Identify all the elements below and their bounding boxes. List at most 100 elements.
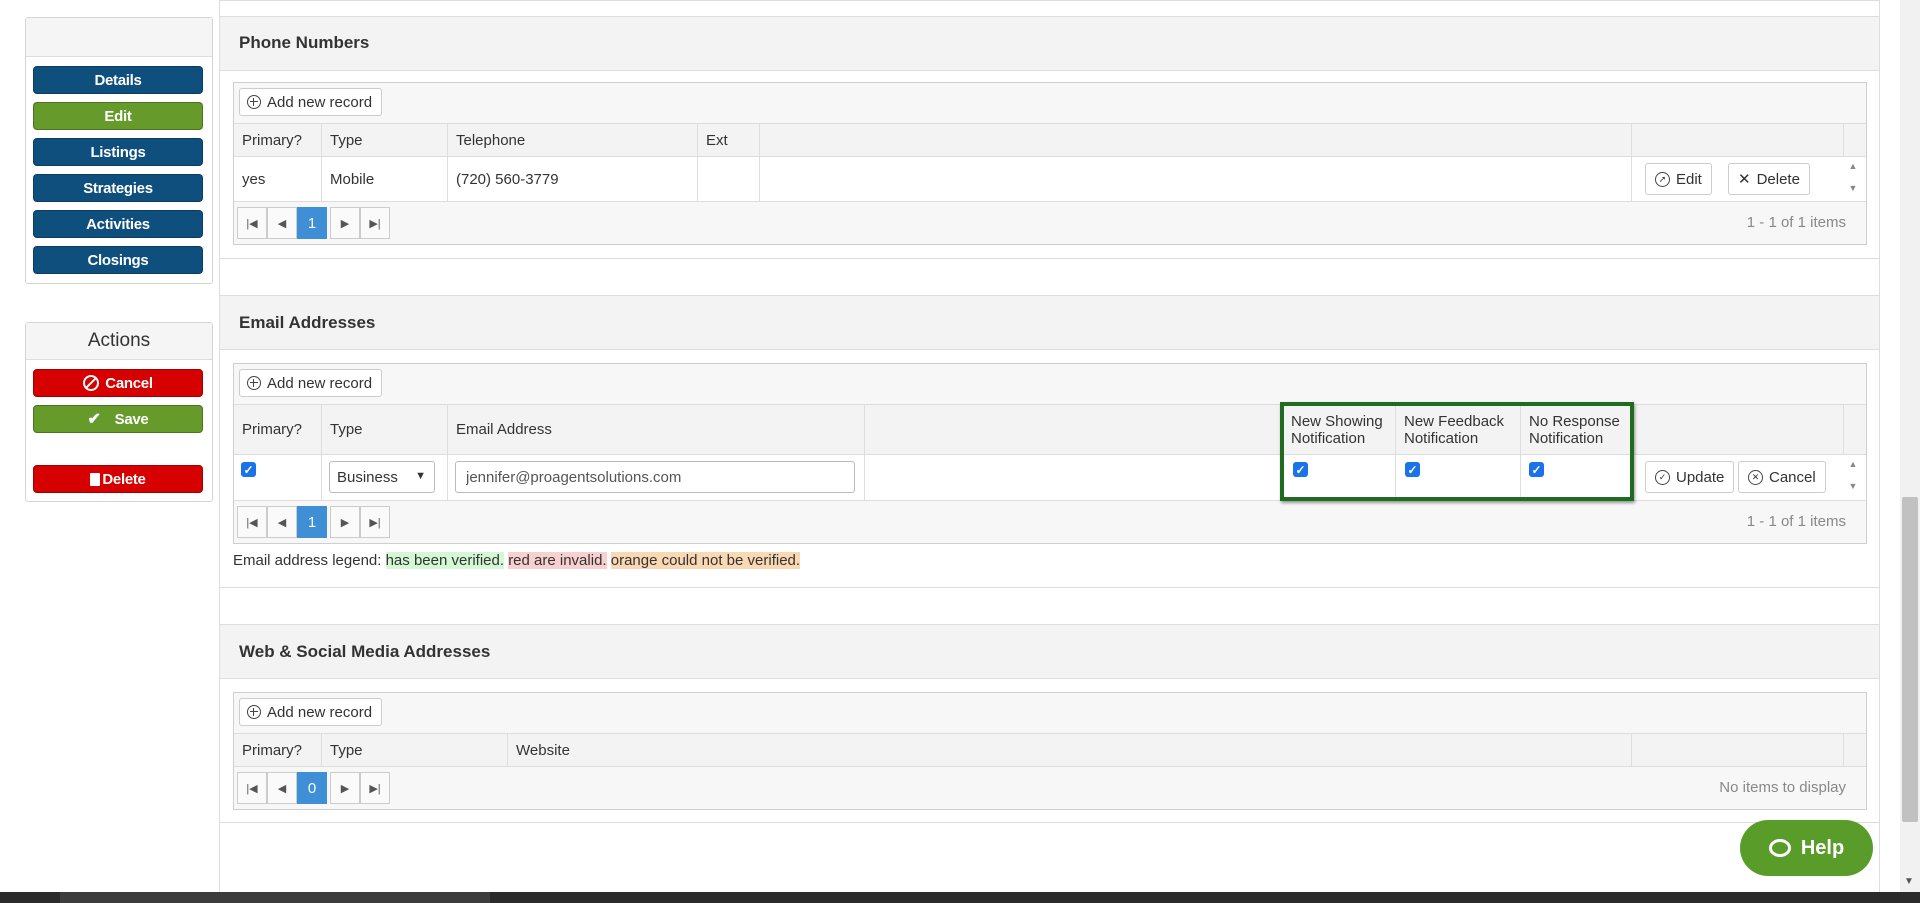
cancel-circle-icon: ✕ <box>1748 469 1763 485</box>
listings-button[interactable]: Listings <box>33 138 203 166</box>
row-scroll-up-icon[interactable]: ▲ <box>1844 459 1862 469</box>
sidebar-divider <box>219 0 220 903</box>
scroll-down-arrow-icon[interactable]: ▼ <box>1904 876 1914 887</box>
chevron-down-icon: ▼ <box>415 470 426 482</box>
save-button[interactable]: ✔ Save <box>33 405 203 433</box>
top-divider <box>220 0 1879 1</box>
prev-page-icon[interactable]: ◀ <box>267 772 297 804</box>
col-telephone[interactable]: Telephone <box>448 124 698 156</box>
web-grid: Add new record Primary? Type Website |◀ … <box>233 692 1867 810</box>
col-ext[interactable]: Ext <box>698 124 760 156</box>
compass-edit-icon: ➚ <box>1655 171 1670 187</box>
check-icon: ✔ <box>87 411 101 428</box>
phone-add-record-button[interactable]: Add new record <box>239 88 383 116</box>
type-select-value: Business <box>337 468 398 486</box>
ban-icon <box>83 375 100 391</box>
closings-button[interactable]: Closings <box>33 246 203 274</box>
row-scroll-down-icon[interactable]: ▼ <box>1844 183 1862 193</box>
prev-page-icon[interactable]: ◀ <box>267 506 297 538</box>
actions-panel: Actions Cancel ✔ Save Delete <box>25 322 213 502</box>
col-commands <box>1632 124 1844 156</box>
row-scroll-up-icon[interactable]: ▲ <box>1844 161 1862 171</box>
phone-header-row: Primary? Type Telephone Ext <box>234 124 1866 157</box>
email-section-header: Email Addresses <box>220 295 1879 350</box>
save-label: Save <box>114 410 149 428</box>
notification-highlight-box <box>1280 402 1634 501</box>
plus-circle-icon <box>247 95 261 109</box>
col-primary[interactable]: Primary? <box>234 734 322 766</box>
web-add-record-button[interactable]: Add new record <box>239 698 383 726</box>
next-page-icon[interactable]: ▶ <box>330 506 360 538</box>
cell-spacer <box>760 157 1632 201</box>
prev-page-icon[interactable]: ◀ <box>267 207 297 239</box>
row-scroll-down-icon[interactable]: ▼ <box>1844 481 1862 491</box>
col-email-address[interactable]: Email Address <box>448 405 865 454</box>
col-type[interactable]: Type <box>322 734 508 766</box>
pager-info: 1 - 1 of 1 items <box>1746 513 1846 530</box>
cancel-label: Cancel <box>1769 468 1816 486</box>
update-label: Update <box>1676 468 1725 486</box>
last-page-icon[interactable]: ▶| <box>360 506 390 538</box>
primary-checkbox[interactable]: ✓ <box>241 462 256 477</box>
phone-delete-button[interactable]: ✕ Delete <box>1728 163 1810 195</box>
close-icon: ✕ <box>1738 171 1751 188</box>
chat-bubble-icon <box>1768 839 1791 857</box>
cell-primary: ✓ <box>234 455 322 500</box>
cell-ext <box>698 157 760 201</box>
cell-type: Business ▼ <box>322 455 448 500</box>
delete-label: Delete <box>102 470 146 488</box>
last-page-icon[interactable]: ▶| <box>360 772 390 804</box>
next-page-icon[interactable]: ▶ <box>330 207 360 239</box>
phone-edit-button[interactable]: ➚ Edit <box>1645 163 1712 195</box>
os-taskbar <box>0 892 1920 903</box>
col-primary[interactable]: Primary? <box>234 124 322 156</box>
last-page-icon[interactable]: ▶| <box>360 207 390 239</box>
type-select[interactable]: Business ▼ <box>329 461 435 493</box>
section-divider <box>220 587 1879 588</box>
current-page-button[interactable]: 0 <box>297 772 327 804</box>
help-button[interactable]: Help <box>1740 820 1873 876</box>
phone-section-title: Phone Numbers <box>239 33 370 52</box>
email-cancel-button[interactable]: ✕ Cancel <box>1738 461 1826 493</box>
edit-button[interactable]: Edit <box>33 102 203 130</box>
trash-icon <box>90 472 101 486</box>
col-primary[interactable]: Primary? <box>234 405 322 454</box>
pager-info: 1 - 1 of 1 items <box>1746 214 1846 231</box>
cancel-button[interactable]: Cancel <box>33 369 203 397</box>
col-commands <box>1632 734 1844 766</box>
delete-label: Delete <box>1756 170 1800 188</box>
help-label: Help <box>1800 836 1845 859</box>
current-page-button[interactable]: 1 <box>297 506 327 538</box>
email-update-button[interactable]: ✓ Update <box>1645 461 1735 493</box>
col-spacer <box>760 124 1632 156</box>
cancel-label: Cancel <box>105 374 153 392</box>
col-commands <box>1632 405 1844 454</box>
content-right-border <box>1879 0 1880 903</box>
col-type[interactable]: Type <box>322 124 448 156</box>
col-website[interactable]: Website <box>508 734 1632 766</box>
activities-button[interactable]: Activities <box>33 210 203 238</box>
next-page-icon[interactable]: ▶ <box>330 772 360 804</box>
legend-prefix: Email address legend: <box>233 552 382 569</box>
email-legend: Email address legend: has been verified.… <box>233 552 801 569</box>
check-circle-icon: ✓ <box>1655 469 1670 485</box>
phone-toolbar: Add new record <box>234 83 1866 124</box>
col-spacer <box>865 405 1283 454</box>
details-button[interactable]: Details <box>33 66 203 94</box>
first-page-icon[interactable]: |◀ <box>237 506 267 538</box>
current-page-button[interactable]: 1 <box>297 207 327 239</box>
legend-invalid: red are invalid. <box>508 552 607 569</box>
plus-circle-icon <box>247 376 261 390</box>
scrollbar-thumb[interactable] <box>1902 497 1918 822</box>
phone-pager: |◀ ◀ 1 ▶ ▶| 1 - 1 of 1 items <box>234 202 1866 244</box>
nav-panel: Details Edit Listings Strategies Activit… <box>25 17 213 284</box>
taskbar-segment <box>60 892 490 903</box>
web-toolbar: Add new record <box>234 693 1866 734</box>
delete-button[interactable]: Delete <box>33 465 203 493</box>
email-input[interactable] <box>455 461 855 493</box>
email-add-record-button[interactable]: Add new record <box>239 369 383 397</box>
first-page-icon[interactable]: |◀ <box>237 207 267 239</box>
col-type[interactable]: Type <box>322 405 448 454</box>
first-page-icon[interactable]: |◀ <box>237 772 267 804</box>
strategies-button[interactable]: Strategies <box>33 174 203 202</box>
